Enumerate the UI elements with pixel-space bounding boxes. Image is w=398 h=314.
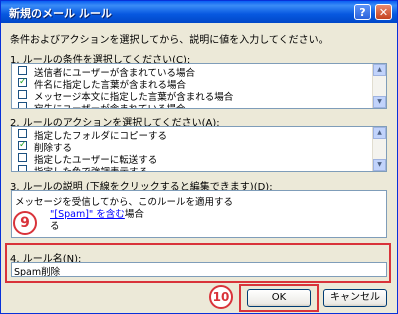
annotation-badge-10: 10 [209, 285, 233, 309]
list-item[interactable]: 宛先にユーザーが含まれている場合 [12, 101, 386, 108]
rule-name-input[interactable]: Spam削除 [11, 262, 387, 277]
annotation-badge-9: 9 [13, 211, 37, 235]
scroll-up-arrow-icon[interactable]: ▲ [373, 64, 386, 76]
checkbox[interactable] [18, 165, 27, 171]
checkbox[interactable] [18, 66, 27, 75]
scroll-down-arrow-icon[interactable]: ▼ [373, 159, 386, 171]
scrollbar[interactable]: ▲ ▼ [372, 64, 386, 108]
list-item[interactable]: メッセージ本文に指定した言葉が含まれる場合 [12, 89, 386, 103]
description-line-2: "[Spam]" を含む場合 [50, 209, 144, 220]
checkbox[interactable] [18, 153, 27, 162]
checkbox-checked[interactable]: ✓ [18, 141, 27, 150]
description-line-3: る [50, 221, 60, 232]
cancel-button[interactable]: キャンセル [323, 289, 387, 307]
list-item[interactable]: 指定したフォルダにコピーする [12, 128, 386, 142]
list-item[interactable]: ✓ 削除する [12, 140, 386, 154]
list-item[interactable]: 指定した色で強調表示する [12, 164, 386, 171]
scroll-down-arrow-icon[interactable]: ▼ [373, 96, 386, 108]
list-item[interactable]: 送信者にユーザーが含まれている場合 [12, 65, 386, 79]
conditions-list[interactable]: 送信者にユーザーが含まれている場合 ✓ 件名に指定した言葉が含まれる場合 メッセ… [11, 63, 387, 109]
ok-button-highlight [239, 284, 319, 312]
keyword-link[interactable]: "[Spam]" を含む [50, 209, 125, 220]
checkbox[interactable] [18, 102, 27, 108]
window-title: 新規のメール ルール [9, 7, 112, 20]
checkbox-checked[interactable]: ✓ [18, 78, 27, 87]
checkbox[interactable] [18, 90, 27, 99]
instruction-text: 条件およびアクションを選択してから、説明に値を入力してください。 [10, 35, 329, 46]
close-button[interactable]: ✕ [375, 4, 392, 20]
new-mail-rule-dialog: 新規のメール ルール ? ✕ 条件およびアクションを選択してから、説明に値を入力… [0, 0, 398, 314]
list-item[interactable]: 指定したユーザーに転送する [12, 152, 386, 166]
list-item[interactable]: ✓ 件名に指定した言葉が含まれる場合 [12, 77, 386, 91]
help-button[interactable]: ? [354, 4, 371, 20]
title-bar: 新規のメール ルール ? ✕ [1, 1, 397, 23]
scroll-up-arrow-icon[interactable]: ▲ [373, 127, 386, 139]
checkbox[interactable] [18, 129, 27, 138]
actions-list[interactable]: 指定したフォルダにコピーする ✓ 削除する 指定したユーザーに転送する 指定した… [11, 126, 387, 172]
rule-description-box[interactable]: メッセージを受信してから、このルールを適用する "[Spam]" を含む場合 る [11, 190, 387, 238]
scrollbar[interactable]: ▲ ▼ [372, 127, 386, 171]
